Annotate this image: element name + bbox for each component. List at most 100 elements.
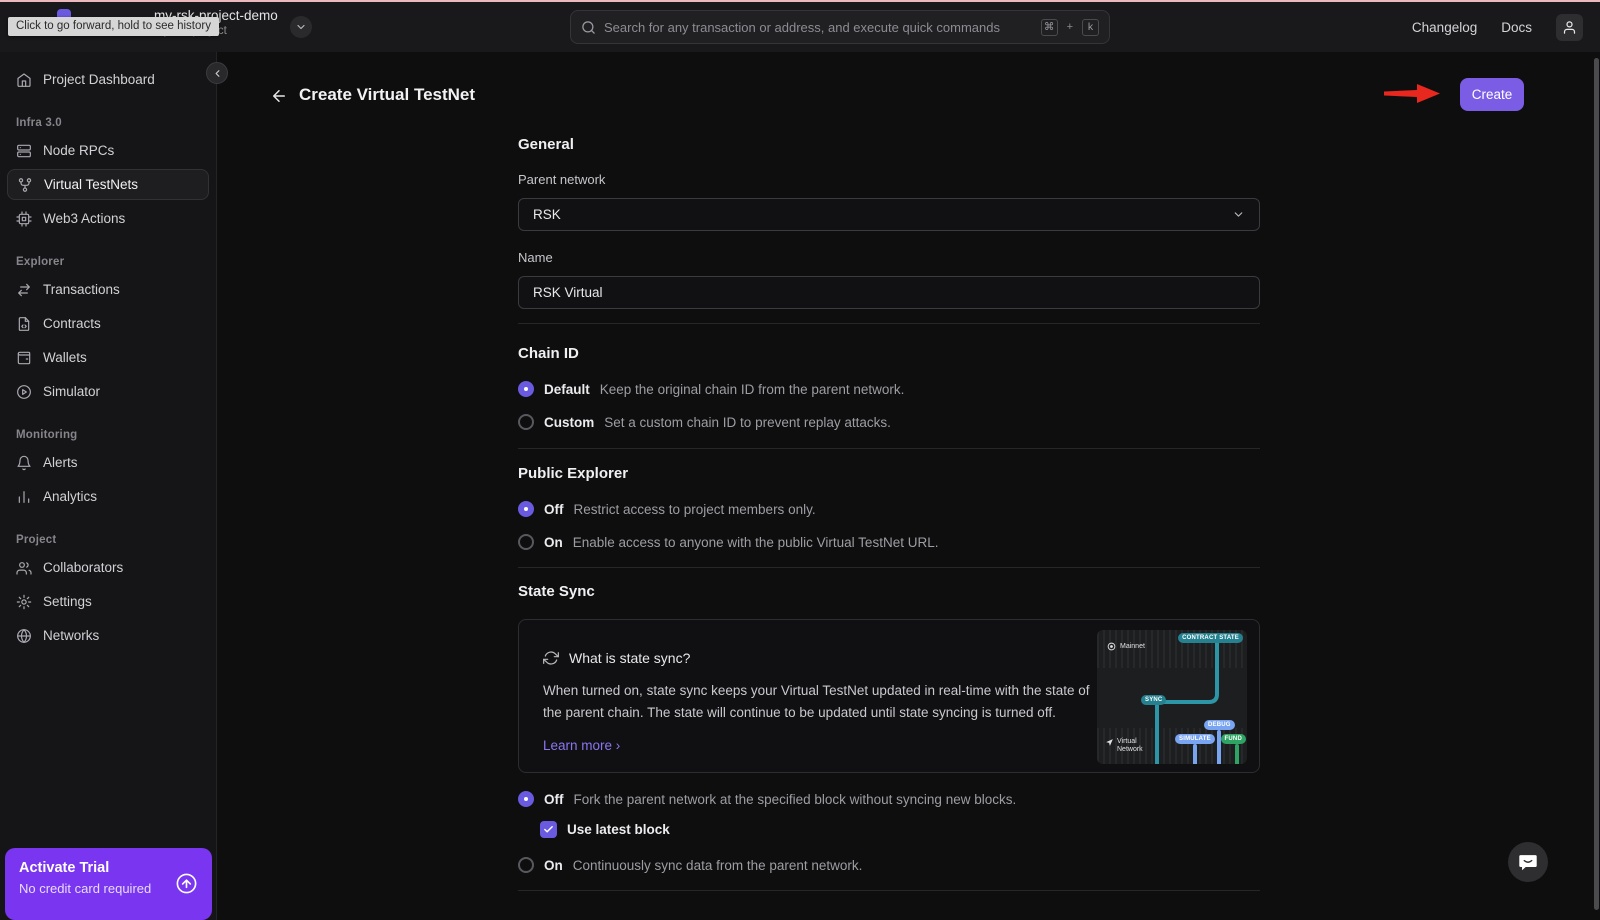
use-latest-block-row[interactable]: Use latest block: [540, 821, 1260, 838]
bell-icon: [16, 455, 32, 471]
sidebar-item-virtual-testnets[interactable]: Virtual TestNets: [7, 169, 209, 200]
server-icon: [16, 143, 32, 159]
chat-bubble-icon: [1517, 851, 1539, 873]
radio-label: Off: [544, 792, 564, 807]
changelog-link[interactable]: Changelog: [1412, 20, 1477, 35]
diagram-badge-simulate: SIMULATE: [1175, 734, 1215, 744]
state-sync-diagram: Mainnet CONTRACT STATE SYNC SIMULATE DEB…: [1097, 630, 1247, 764]
activate-trial-banner[interactable]: Activate Trial No credit card required: [5, 848, 212, 920]
sidebar-item-label: Web3 Actions: [43, 211, 125, 226]
annotation-red-arrow: [1384, 82, 1440, 106]
gear-icon: [16, 594, 32, 610]
top-loading-bar: [0, 0, 1600, 2]
sidebar-item-label: Project Dashboard: [43, 72, 155, 87]
git-branch-icon: [17, 177, 33, 193]
cpu-icon: [16, 211, 32, 227]
radio-label: Default: [544, 382, 590, 397]
sidebar-item-project-dashboard[interactable]: Project Dashboard: [0, 64, 216, 95]
sidebar-item-contracts[interactable]: Contracts: [0, 308, 216, 339]
support-chat-button[interactable]: [1508, 842, 1548, 882]
sidebar-item-node-rpcs[interactable]: Node RPCs: [0, 135, 216, 166]
sidebar-section-project: Project: [0, 534, 216, 546]
radio-selected[interactable]: [518, 501, 534, 517]
radio-desc: Continuously sync data from the parent n…: [573, 858, 863, 873]
chain-id-option-default[interactable]: Default Keep the original chain ID from …: [518, 381, 1260, 397]
docs-link[interactable]: Docs: [1501, 20, 1532, 35]
arrow-left-icon: [270, 87, 288, 105]
mainnet-icon: [1107, 642, 1116, 651]
radio-desc: Restrict access to project members only.: [574, 502, 816, 517]
contract-file-icon: [16, 316, 32, 332]
sidebar-item-settings[interactable]: Settings: [0, 586, 216, 617]
check-icon: [543, 824, 554, 835]
vertical-scrollbar[interactable]: [1594, 58, 1599, 910]
sidebar: Project Dashboard Infra 3.0 Node RPCs Vi…: [0, 52, 217, 920]
radio-selected[interactable]: [518, 791, 534, 807]
sidebar-item-label: Virtual TestNets: [44, 177, 138, 192]
parent-network-value: RSK: [533, 207, 561, 222]
project-dropdown-button[interactable]: [290, 16, 312, 38]
sidebar-collapse-button[interactable]: [206, 62, 228, 84]
name-input[interactable]: [518, 276, 1260, 309]
divider: [518, 567, 1260, 568]
browser-nav-tooltip: Click to go forward, hold to see history: [8, 17, 219, 36]
sidebar-item-label: Wallets: [43, 350, 87, 365]
sidebar-item-simulator[interactable]: Simulator: [0, 376, 216, 407]
page-title: Create Virtual TestNet: [299, 85, 475, 105]
sidebar-item-collaborators[interactable]: Collaborators: [0, 552, 216, 583]
sidebar-item-label: Simulator: [43, 384, 100, 399]
chevron-down-icon: [1232, 208, 1245, 221]
sidebar-item-label: Alerts: [43, 455, 78, 470]
divider: [518, 448, 1260, 449]
sidebar-item-analytics[interactable]: Analytics: [0, 481, 216, 512]
paper-plane-icon: [1105, 738, 1114, 747]
search-icon: [581, 20, 596, 35]
diagram-badge-contract-state: CONTRACT STATE: [1178, 633, 1243, 643]
back-button[interactable]: [266, 83, 292, 109]
parent-network-label: Parent network: [518, 172, 1260, 187]
state-sync-option-on[interactable]: On Continuously sync data from the paren…: [518, 857, 1260, 873]
radio-selected[interactable]: [518, 381, 534, 397]
search-input[interactable]: [604, 20, 1033, 35]
main-content: Create Virtual TestNet Create General Pa…: [217, 52, 1600, 920]
name-label: Name: [518, 250, 1260, 265]
divider: [518, 890, 1260, 891]
diagram-badge-debug: DEBUG: [1204, 720, 1235, 730]
sidebar-item-wallets[interactable]: Wallets: [0, 342, 216, 373]
diagram-mainnet-label: Mainnet: [1107, 642, 1145, 651]
state-sync-info-heading: What is state sync?: [569, 650, 690, 666]
sidebar-item-label: Contracts: [43, 316, 101, 331]
swap-arrows-icon: [16, 282, 32, 298]
parent-network-select[interactable]: RSK: [518, 198, 1260, 231]
public-explorer-option-off[interactable]: Off Restrict access to project members o…: [518, 501, 1260, 517]
section-heading-public-explorer: Public Explorer: [518, 465, 1260, 482]
sidebar-item-networks[interactable]: Networks: [0, 620, 216, 651]
sidebar-item-label: Collaborators: [43, 560, 123, 575]
radio-unselected[interactable]: [518, 857, 534, 873]
radio-unselected[interactable]: [518, 414, 534, 430]
home-icon: [16, 72, 32, 88]
state-sync-option-off[interactable]: Off Fork the parent network at the speci…: [518, 791, 1260, 807]
sidebar-item-label: Node RPCs: [43, 143, 114, 158]
radio-desc: Set a custom chain ID to prevent replay …: [604, 415, 891, 430]
sidebar-section-monitoring: Monitoring: [0, 429, 216, 441]
sidebar-item-web3-actions[interactable]: Web3 Actions: [0, 203, 216, 234]
radio-unselected[interactable]: [518, 534, 534, 550]
user-menu-button[interactable]: [1556, 14, 1583, 41]
k-key-hint: k: [1082, 19, 1099, 36]
chain-id-option-custom[interactable]: Custom Set a custom chain ID to prevent …: [518, 414, 1260, 430]
sidebar-item-transactions[interactable]: Transactions: [0, 274, 216, 305]
sidebar-item-alerts[interactable]: Alerts: [0, 447, 216, 478]
learn-more-link[interactable]: Learn more ›: [543, 738, 620, 753]
sidebar-item-label: Analytics: [43, 489, 97, 504]
global-search[interactable]: ⌘ + k: [570, 10, 1110, 44]
sync-icon: [543, 650, 559, 666]
state-sync-info-body: When turned on, state sync keeps your Vi…: [543, 680, 1098, 724]
create-button[interactable]: Create: [1460, 78, 1524, 111]
sidebar-item-label: Transactions: [43, 282, 120, 297]
wallet-icon: [16, 350, 32, 366]
public-explorer-option-on[interactable]: On Enable access to anyone with the publ…: [518, 534, 1260, 550]
radio-label: On: [544, 858, 563, 873]
checkbox-checked[interactable]: [540, 821, 557, 838]
radio-desc: Keep the original chain ID from the pare…: [600, 382, 905, 397]
